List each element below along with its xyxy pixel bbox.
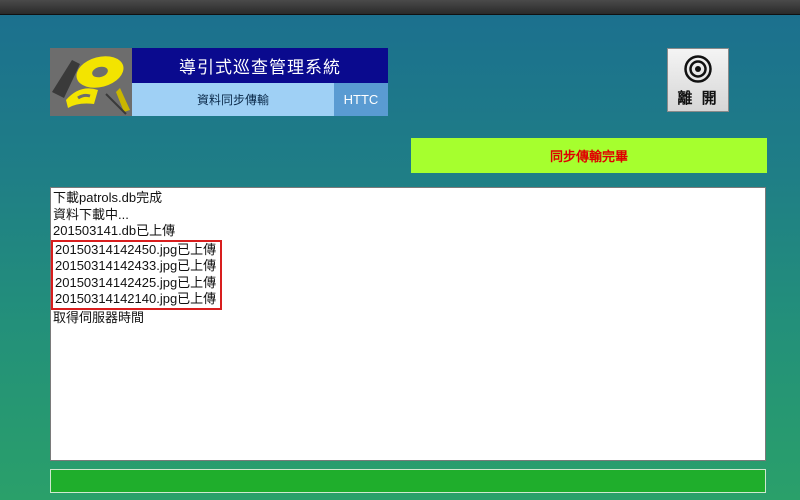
progress-bar [50, 469, 766, 493]
target-icon [684, 55, 712, 83]
exit-button[interactable]: 離 開 [667, 48, 729, 112]
log-line: 資料下載中... [53, 206, 129, 222]
sync-log[interactable]: 下載patrols.db完成 資料下載中... 201503141.db已上傳 … [50, 187, 766, 461]
log-line: 下載patrols.db完成 [53, 190, 163, 205]
log-line: 20150314142450.jpg已上傳 [55, 241, 217, 257]
log-line: 20150314142433.jpg已上傳 [55, 258, 217, 273]
page-subtitle: 資料同步傳輸 [132, 83, 334, 116]
log-line: 取得伺服器時間 [53, 309, 145, 325]
exit-button-label: 離 開 [677, 89, 719, 107]
log-line: 20150314142140.jpg已上傳 [55, 291, 217, 306]
log-line: 20150314142425.jpg已上傳 [55, 274, 217, 290]
highlighted-uploads: 20150314142450.jpg已上傳 20150314142433.jpg… [51, 239, 223, 310]
app-title: 導引式巡查管理系統 [132, 48, 388, 83]
org-label: HTTC [334, 83, 388, 116]
status-message: 同步傳輸完畢 [411, 138, 767, 173]
app-logo [50, 48, 132, 116]
window-top-bar [0, 0, 800, 15]
log-line: 201503141.db已上傳 [53, 223, 176, 238]
app-header: 導引式巡查管理系統 資料同步傳輸 HTTC [50, 48, 388, 116]
